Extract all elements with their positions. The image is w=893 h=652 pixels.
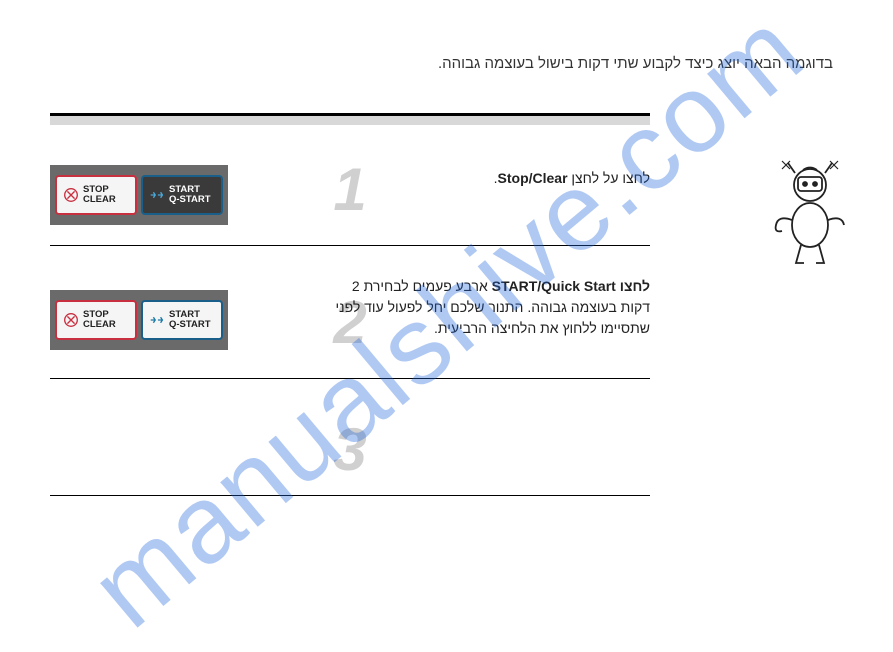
step-number-1: 1	[333, 155, 366, 224]
step-2-row: 2 לחצו START/Quick Start ארבע פעמים לבחי…	[50, 268, 650, 368]
step-1-text: לחצו על לחצן Stop/Clear.	[320, 168, 650, 189]
step1-button-panel: STOP CLEAR START Q-START	[50, 165, 228, 225]
step2-button-panel: STOP CLEAR START Q-START	[50, 290, 228, 350]
stop-icon	[62, 311, 80, 329]
step-3-row: 3	[50, 400, 650, 490]
mascot-illustration	[768, 155, 853, 270]
start-qstart-button: START Q-START	[141, 175, 223, 215]
stop-clear-button: STOP CLEAR	[55, 175, 137, 215]
step2-prefix: לחצו	[620, 278, 650, 294]
step-divider-2	[50, 378, 650, 379]
stop-clear-button-2: STOP CLEAR	[55, 300, 137, 340]
step-1-row: 1 לחצו על לחצן Stop/Clear. STOP CLEAR ST…	[50, 160, 650, 235]
intro-paragraph: בדוגמה הבאה יוצג כיצד לקבוע שתי דקות ביש…	[438, 55, 833, 72]
step-divider-1	[50, 245, 650, 246]
step2-bold: START/Quick Start	[492, 278, 616, 294]
step-number-3: 3	[333, 415, 366, 484]
start-icon	[148, 186, 166, 204]
section-divider-top	[50, 113, 650, 117]
stop-icon	[62, 186, 80, 204]
stop-label-2: CLEAR	[83, 195, 116, 205]
start-icon	[148, 311, 166, 329]
step-2-text: לחצו START/Quick Start ארבע פעמים לבחירת…	[320, 276, 650, 339]
start-label-2b: Q-START	[169, 320, 211, 330]
step1-bold: Stop/Clear	[498, 170, 568, 186]
step-divider-3	[50, 495, 650, 496]
start-label-2: Q-START	[169, 195, 211, 205]
stop-label-2b: CLEAR	[83, 320, 116, 330]
step1-prefix: לחצו על לחצן	[568, 170, 650, 186]
start-qstart-button-2: START Q-START	[141, 300, 223, 340]
